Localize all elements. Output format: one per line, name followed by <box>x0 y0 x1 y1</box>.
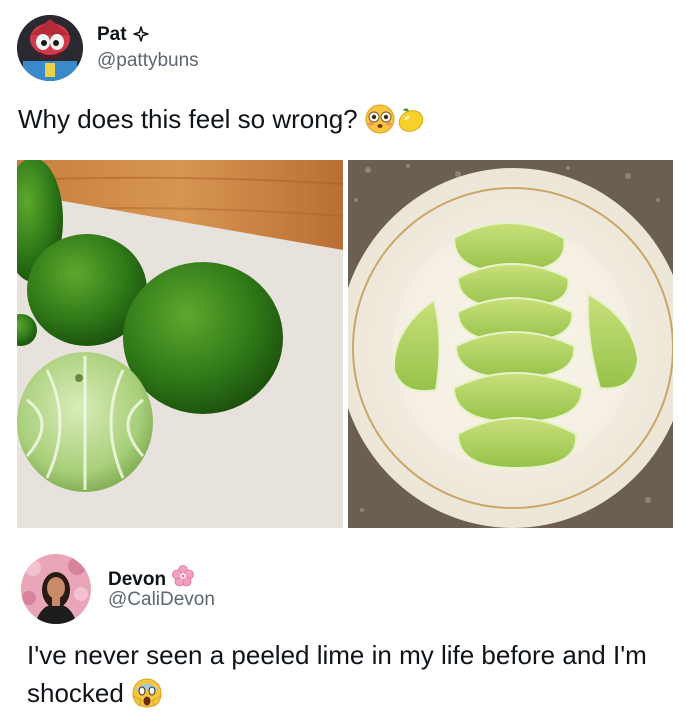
lemon-icon <box>395 104 425 143</box>
author-name[interactable]: Pat <box>97 24 149 48</box>
author-name-text: Pat <box>97 24 127 45</box>
author-name-text: Devon <box>108 569 167 590</box>
lime-segments-on-plate-photo[interactable] <box>348 160 673 528</box>
tweet-text-content: I've never seen a peeled lime in my life… <box>27 640 647 708</box>
screaming-face-icon <box>131 676 163 718</box>
tweet-text-content: Why does this feel so wrong? <box>18 104 358 134</box>
original-tweet: Pat @pattybuns Why does this feel so wro… <box>0 0 685 540</box>
sparkle-icon <box>132 26 149 48</box>
avatar[interactable] <box>21 554 91 624</box>
avatar[interactable] <box>17 15 83 81</box>
author-handle[interactable]: @CaliDevon <box>108 589 215 611</box>
avatar-pat-image <box>17 15 83 81</box>
tweet-text: Why does this feel so wrong? <box>18 101 425 143</box>
tweet-text: I've never seen a peeled lime in my life… <box>27 636 667 718</box>
reply-tweet: Devon @CaliDevon I've never seen a peele… <box>0 548 685 723</box>
author-handle[interactable]: @pattybuns <box>97 50 199 72</box>
peeled-limes-photo[interactable] <box>17 160 343 528</box>
avatar-devon-image <box>21 554 91 624</box>
flushed-face-icon <box>365 104 395 143</box>
